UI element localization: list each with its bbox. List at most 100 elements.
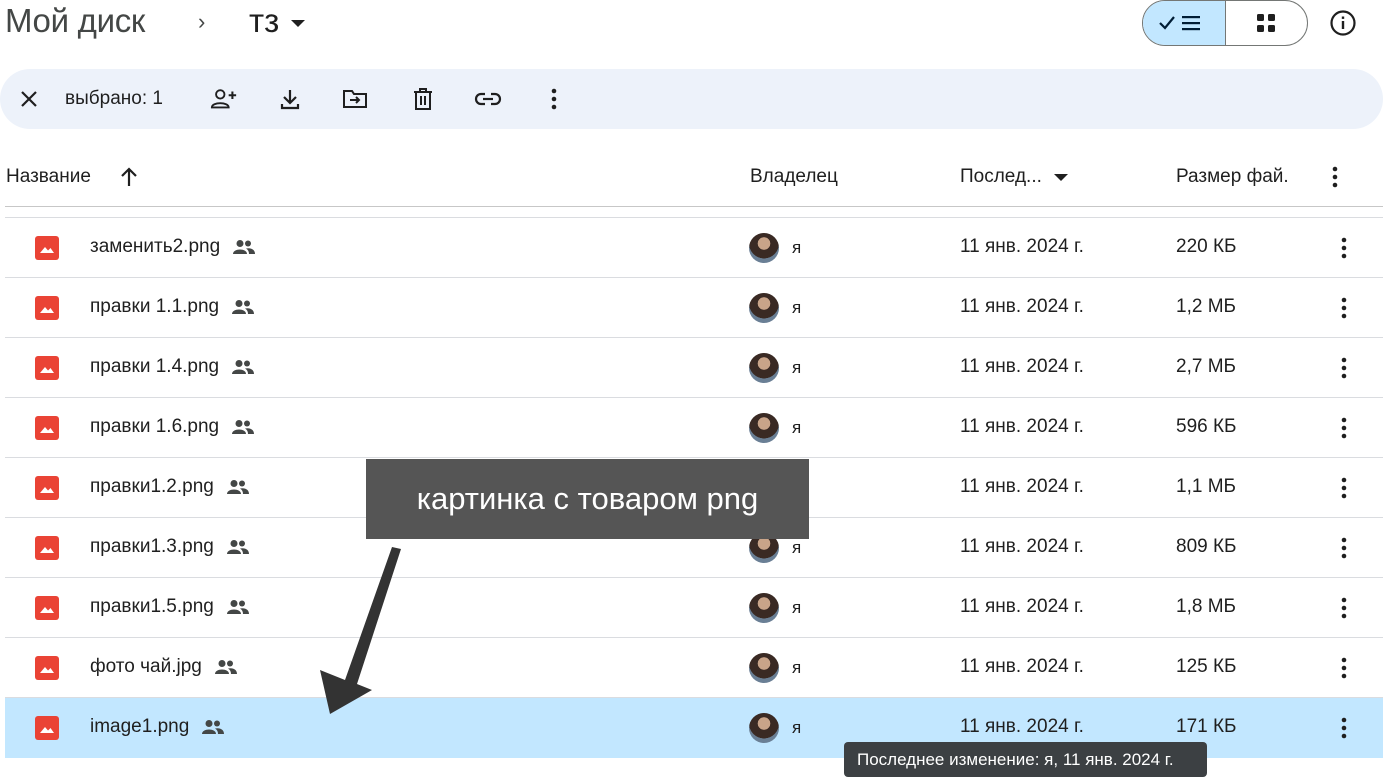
file-name: правки1.3.png — [90, 536, 250, 558]
file-row[interactable]: правки 1.1.png я 11 янв. 2024 г. 1,2 МБ — [5, 278, 1383, 338]
file-modified-date: 11 янв. 2024 г. — [960, 416, 1084, 437]
selected-count: выбрано: 1 — [65, 88, 163, 109]
grid-view-button[interactable] — [1226, 1, 1308, 45]
header-divider — [5, 206, 1383, 207]
dropdown-caret-icon — [291, 19, 306, 27]
file-name: правки 1.1.png — [90, 296, 255, 318]
file-owner: я — [792, 358, 802, 377]
shared-indicator — [232, 239, 256, 255]
shared-people-icon — [233, 240, 256, 254]
file-size: 171 КБ — [1176, 716, 1237, 737]
file-modified-date: 11 янв. 2024 г. — [960, 716, 1084, 737]
owner-avatar — [749, 353, 779, 383]
breadcrumb-root[interactable]: Мой диск — [5, 2, 145, 40]
file-more-actions-button[interactable] — [1332, 594, 1356, 622]
column-header-size-label: Размер фай. — [1176, 166, 1289, 187]
file-more-actions-button[interactable] — [1332, 234, 1356, 262]
more-actions-button[interactable] — [540, 85, 568, 113]
file-more-actions-button[interactable] — [1332, 534, 1356, 562]
file-name-text: image1.png — [90, 716, 190, 737]
file-row[interactable]: правки 1.6.png я 11 янв. 2024 г. 596 КБ — [5, 398, 1383, 458]
download-button[interactable] — [276, 85, 304, 113]
more-vert-icon — [1341, 657, 1347, 679]
more-vert-icon — [1341, 477, 1347, 499]
download-icon — [280, 90, 300, 110]
shared-people-icon — [226, 480, 249, 494]
shared-indicator — [226, 479, 250, 495]
file-size: 2,7 МБ — [1176, 356, 1236, 377]
sort-ascending-arrow-icon — [121, 167, 137, 186]
file-size: 220 КБ — [1176, 236, 1237, 257]
file-name-text: правки1.2.png — [90, 476, 214, 497]
file-size: 596 КБ — [1176, 416, 1237, 437]
copy-link-button[interactable] — [474, 85, 502, 113]
file-more-actions-button[interactable] — [1332, 414, 1356, 442]
clear-selection-button[interactable] — [15, 85, 43, 113]
file-size: 809 КБ — [1176, 536, 1237, 557]
owner-avatar — [749, 413, 779, 443]
file-name: правки1.5.png — [90, 596, 250, 618]
image-file-icon — [35, 356, 59, 380]
file-more-actions-button[interactable] — [1332, 714, 1356, 742]
file-row[interactable]: заменить2.png я 11 янв. 2024 г. 220 КБ — [5, 218, 1383, 278]
close-icon — [21, 91, 37, 107]
more-vert-icon — [1341, 297, 1347, 319]
column-options-button[interactable] — [1332, 148, 1338, 206]
owner-avatar — [749, 653, 779, 683]
column-header-owner-label: Владелец — [750, 166, 838, 187]
file-name-text: правки 1.6.png — [90, 416, 220, 437]
image-file-icon — [35, 536, 59, 560]
shared-indicator — [226, 539, 250, 555]
shared-people-icon — [232, 420, 255, 434]
file-name-text: правки 1.4.png — [90, 356, 220, 377]
info-button[interactable] — [1328, 8, 1358, 38]
column-header-modified-label: Послед... — [960, 166, 1042, 187]
shared-people-icon — [226, 540, 249, 554]
image-file-icon — [35, 596, 59, 620]
more-vert-icon — [1332, 166, 1338, 188]
file-size: 1,2 МБ — [1176, 296, 1236, 317]
file-row[interactable]: правки 1.4.png я 11 янв. 2024 г. 2,7 МБ — [5, 338, 1383, 398]
header: Мой диск › тз — [0, 0, 1385, 48]
move-button[interactable] — [341, 85, 369, 113]
file-row[interactable]: фото чай.jpg я 11 янв. 2024 г. 125 КБ — [5, 638, 1383, 698]
owner-avatar — [749, 293, 779, 323]
owner-avatar — [749, 593, 779, 623]
column-header-name[interactable]: Название — [6, 148, 139, 206]
selection-toolbar: выбрано: 1 — [0, 69, 1383, 129]
grid-icon — [1257, 14, 1276, 32]
image-file-icon — [35, 416, 59, 440]
shared-people-icon — [214, 660, 237, 674]
file-name: правки 1.6.png — [90, 416, 255, 438]
file-more-actions-button[interactable] — [1332, 294, 1356, 322]
shared-indicator — [231, 419, 255, 435]
file-more-actions-button[interactable] — [1332, 354, 1356, 382]
file-name: правки 1.4.png — [90, 356, 255, 378]
share-button[interactable] — [210, 85, 238, 113]
file-modified-date: 11 янв. 2024 г. — [960, 236, 1084, 257]
file-modified-date: 11 янв. 2024 г. — [960, 596, 1084, 617]
column-header-size[interactable]: Размер фай. — [1176, 148, 1289, 206]
delete-button[interactable] — [409, 85, 437, 113]
more-vert-icon — [1341, 597, 1347, 619]
file-more-actions-button[interactable] — [1332, 474, 1356, 502]
file-more-actions-button[interactable] — [1332, 654, 1356, 682]
file-modified-date: 11 янв. 2024 г. — [960, 476, 1084, 497]
file-modified-date: 11 янв. 2024 г. — [960, 536, 1084, 557]
trash-icon — [414, 88, 432, 110]
image-file-icon — [35, 476, 59, 500]
file-row[interactable]: правки1.5.png я 11 янв. 2024 г. 1,8 МБ — [5, 578, 1383, 638]
file-name: правки1.2.png — [90, 476, 250, 498]
image-file-icon — [35, 656, 59, 680]
list-view-button[interactable] — [1143, 1, 1226, 45]
file-owner: я — [792, 538, 802, 557]
file-modified-date: 11 янв. 2024 г. — [960, 296, 1084, 317]
file-name: фото чай.jpg — [90, 656, 238, 678]
shared-indicator — [231, 359, 255, 375]
column-header-owner[interactable]: Владелец — [750, 148, 838, 206]
column-header-modified[interactable]: Послед... — [960, 148, 1068, 206]
breadcrumb-separator-icon: › — [198, 9, 206, 34]
sort-dropdown-caret-icon — [1053, 173, 1068, 181]
file-owner: я — [792, 718, 802, 737]
breadcrumb-current-folder[interactable]: тз — [249, 2, 306, 40]
